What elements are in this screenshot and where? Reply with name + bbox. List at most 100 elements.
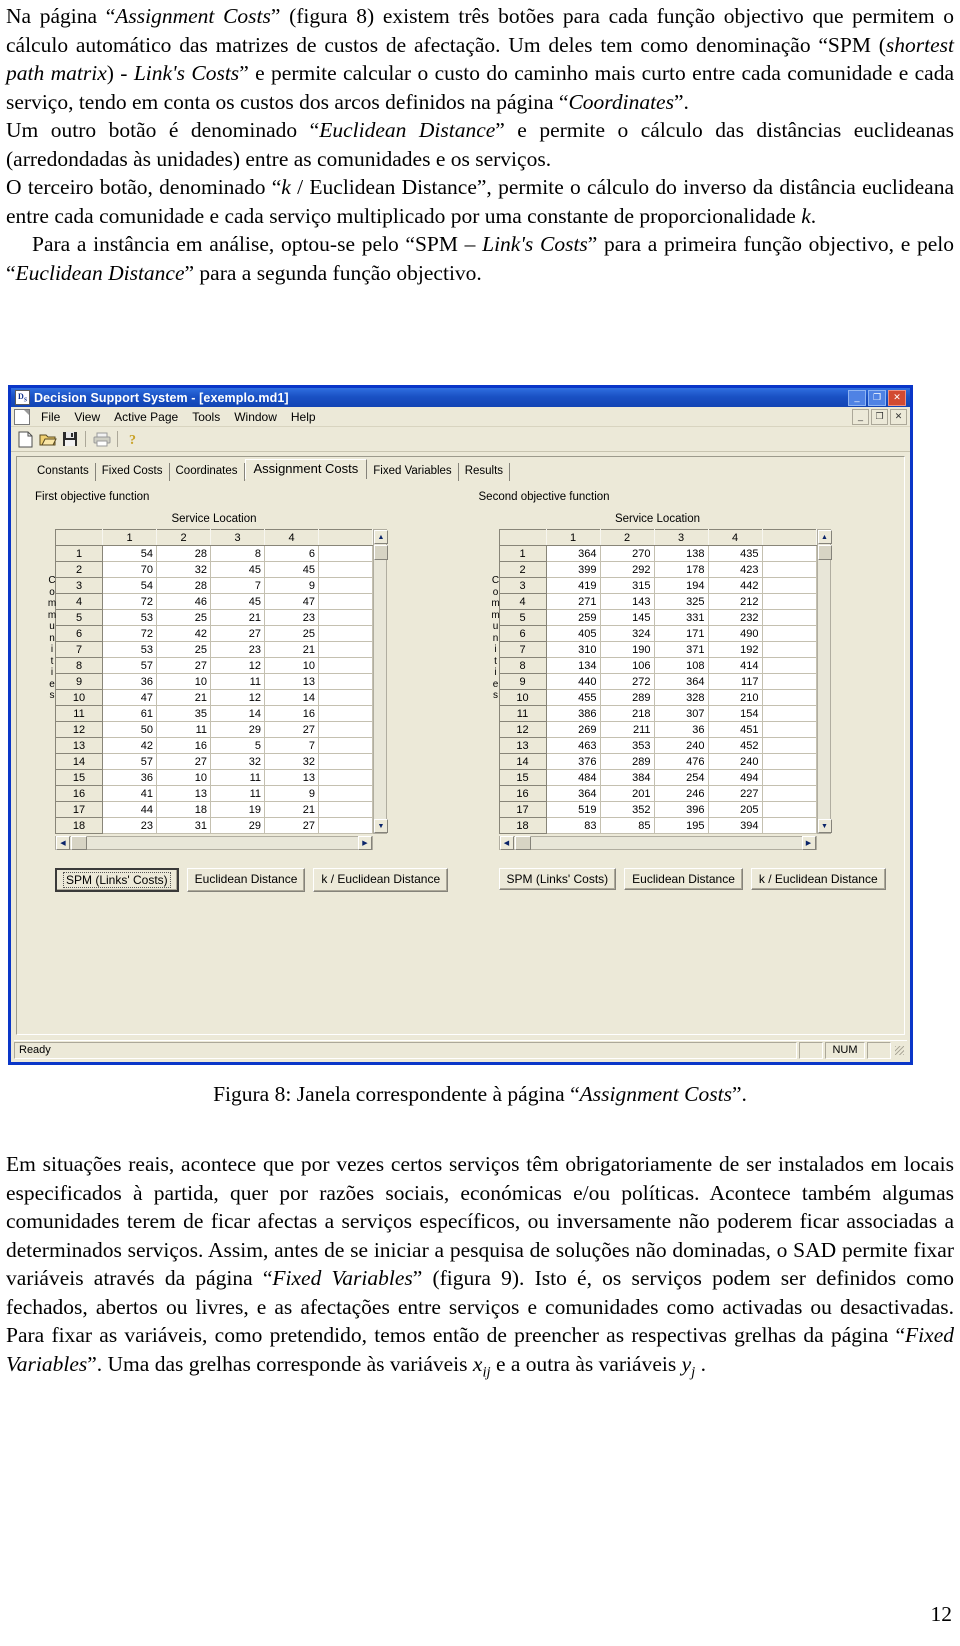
grid-cell[interactable]: 45 xyxy=(210,593,265,610)
grid-cell[interactable]: 414 xyxy=(707,657,763,674)
row-header[interactable]: 3 xyxy=(498,577,547,594)
grid-cell[interactable]: 419 xyxy=(545,577,601,594)
grid-cell[interactable]: 44 xyxy=(102,801,157,818)
col2-header-3[interactable]: 3 xyxy=(653,529,709,546)
grid-cell[interactable]: 271 xyxy=(545,593,601,610)
grid-cell-pad[interactable] xyxy=(761,561,817,578)
grid-cell[interactable]: 27 xyxy=(210,625,265,642)
row-header[interactable]: 7 xyxy=(498,641,547,658)
grid-cell-pad[interactable] xyxy=(318,545,373,562)
grid-cell[interactable]: 83 xyxy=(545,817,601,834)
grid-cell-pad[interactable] xyxy=(318,657,373,674)
row-header[interactable]: 16 xyxy=(55,785,103,802)
grid-cell[interactable]: 47 xyxy=(102,689,157,706)
grid-cell[interactable]: 11 xyxy=(210,785,265,802)
grid-cell[interactable]: 23 xyxy=(102,817,157,834)
scroll-left-icon-2[interactable]: ◀ xyxy=(499,836,514,850)
second-grid-vscrollbar[interactable]: ▲ ▼ xyxy=(816,529,832,834)
grid-cell[interactable]: 10 xyxy=(156,673,211,690)
grid-cell-pad[interactable] xyxy=(318,593,373,610)
grid-cell[interactable]: 16 xyxy=(156,737,211,754)
grid-cell-pad[interactable] xyxy=(761,641,817,658)
row-header[interactable]: 7 xyxy=(55,641,103,658)
grid-cell[interactable]: 25 xyxy=(156,641,211,658)
grid-cell-pad[interactable] xyxy=(761,545,817,562)
menu-item-active-page[interactable]: Active Page xyxy=(107,409,185,425)
grid-cell[interactable]: 21 xyxy=(264,641,319,658)
grid-cell-pad[interactable] xyxy=(318,705,373,722)
grid-cell[interactable]: 171 xyxy=(653,625,709,642)
grid-cell[interactable]: 289 xyxy=(599,753,655,770)
grid-cell[interactable]: 324 xyxy=(599,625,655,642)
resize-grip-icon[interactable] xyxy=(893,1044,905,1056)
grid-cell[interactable]: 61 xyxy=(102,705,157,722)
grid-cell[interactable]: 232 xyxy=(707,609,763,626)
row-header[interactable]: 8 xyxy=(55,657,103,674)
hscroll-thumb-2[interactable] xyxy=(514,836,531,850)
grid-cell-pad[interactable] xyxy=(761,705,817,722)
grid-cell[interactable]: 143 xyxy=(599,593,655,610)
grid-cell[interactable]: 227 xyxy=(707,785,763,802)
row-header[interactable]: 6 xyxy=(55,625,103,642)
grid-cell[interactable]: 11 xyxy=(210,769,265,786)
col-header-3[interactable]: 3 xyxy=(210,529,265,546)
scroll-left-icon[interactable]: ◀ xyxy=(56,836,70,850)
grid-cell[interactable]: 32 xyxy=(156,561,211,578)
grid-cell[interactable]: 32 xyxy=(210,753,265,770)
grid-cell[interactable]: 325 xyxy=(653,593,709,610)
grid-cell[interactable]: 27 xyxy=(264,817,319,834)
grid-cell[interactable]: 396 xyxy=(653,801,709,818)
row-header[interactable]: 9 xyxy=(55,673,103,690)
grid-cell-pad[interactable] xyxy=(761,769,817,786)
grid-cell-pad[interactable] xyxy=(318,769,373,786)
spm-links-costs-button-left[interactable]: SPM (Links' Costs) xyxy=(55,868,179,892)
grid-cell[interactable]: 31 xyxy=(156,817,211,834)
grid-cell[interactable]: 11 xyxy=(210,673,265,690)
grid-cell[interactable]: 484 xyxy=(545,769,601,786)
grid-cell-pad[interactable] xyxy=(318,609,373,626)
grid-cell[interactable]: 19 xyxy=(210,801,265,818)
col2-header-1[interactable]: 1 xyxy=(545,529,601,546)
grid-cell[interactable]: 54 xyxy=(102,545,157,562)
grid-cell[interactable]: 16 xyxy=(264,705,319,722)
grid-cell[interactable]: 21 xyxy=(264,801,319,818)
grid-cell-pad[interactable] xyxy=(761,801,817,818)
euclidean-distance-button-right[interactable]: Euclidean Distance xyxy=(624,868,743,890)
row-header[interactable]: 14 xyxy=(498,753,547,770)
grid-cell[interactable]: 7 xyxy=(210,577,265,594)
grid-cell[interactable]: 246 xyxy=(653,785,709,802)
row-header[interactable]: 2 xyxy=(498,561,547,578)
grid-cell-pad[interactable] xyxy=(761,817,817,834)
grid-cell[interactable]: 14 xyxy=(264,689,319,706)
grid-cell[interactable]: 254 xyxy=(653,769,709,786)
grid-cell-pad[interactable] xyxy=(318,737,373,754)
row-header[interactable]: 12 xyxy=(55,721,103,738)
grid-cell[interactable]: 490 xyxy=(707,625,763,642)
first-grid-vscrollbar[interactable]: ▲ ▼ xyxy=(373,529,388,834)
row-header[interactable]: 17 xyxy=(498,801,547,818)
grid-cell-pad[interactable] xyxy=(761,577,817,594)
grid-cell[interactable]: 25 xyxy=(156,609,211,626)
grid-cell-pad[interactable] xyxy=(318,561,373,578)
grid-cell[interactable]: 45 xyxy=(210,561,265,578)
grid-cell[interactable]: 6 xyxy=(264,545,319,562)
col-header-1[interactable]: 1 xyxy=(102,529,157,546)
grid-cell[interactable]: 376 xyxy=(545,753,601,770)
grid-cell[interactable]: 134 xyxy=(545,657,601,674)
grid-cell[interactable]: 269 xyxy=(545,721,601,738)
grid-cell[interactable]: 218 xyxy=(599,705,655,722)
tab-results[interactable]: Results xyxy=(459,463,511,481)
grid-cell[interactable]: 45 xyxy=(264,561,319,578)
tab-fixed-variables[interactable]: Fixed Variables xyxy=(367,463,459,481)
row-header[interactable]: 1 xyxy=(498,545,547,562)
grid-cell-pad[interactable] xyxy=(318,721,373,738)
grid-cell[interactable]: 371 xyxy=(653,641,709,658)
grid-cell[interactable]: 270 xyxy=(599,545,655,562)
row-header[interactable]: 4 xyxy=(55,593,103,610)
tab-fixed-costs[interactable]: Fixed Costs xyxy=(96,463,170,481)
grid-cell[interactable]: 11 xyxy=(156,721,211,738)
grid-cell[interactable]: 423 xyxy=(707,561,763,578)
first-grid-hscrollbar[interactable]: ◀ ▶ xyxy=(55,836,373,850)
grid-cell[interactable]: 57 xyxy=(102,753,157,770)
row-header[interactable]: 10 xyxy=(55,689,103,706)
